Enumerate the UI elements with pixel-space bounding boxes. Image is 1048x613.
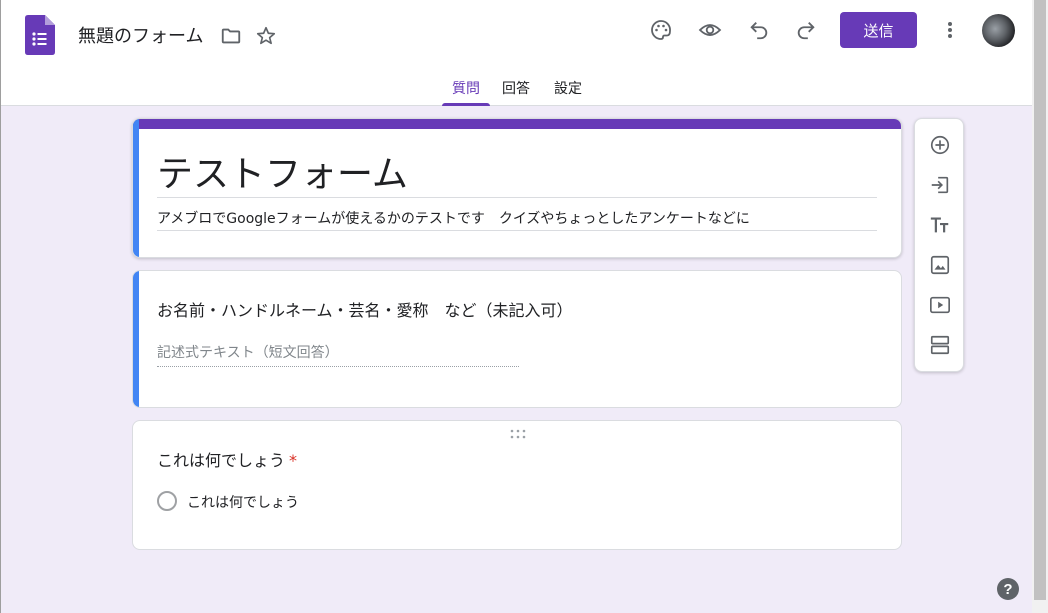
more-vert-icon[interactable] (934, 14, 966, 46)
help-button[interactable]: ? (997, 578, 1019, 600)
scrollbar-thumb[interactable] (1034, 0, 1046, 600)
palette-icon[interactable] (645, 14, 677, 46)
question-toolbar (914, 118, 964, 372)
title-divider (157, 197, 877, 198)
tab-settings[interactable]: 設定 (542, 70, 594, 106)
add-image-icon[interactable] (924, 249, 956, 281)
eye-icon[interactable] (694, 14, 726, 46)
question-card[interactable]: これは何でしょう * これは何でしょう (132, 420, 902, 550)
add-title-icon[interactable] (924, 209, 956, 241)
forms-logo[interactable] (25, 15, 55, 55)
theme-color-bar (133, 119, 901, 129)
drag-handle-icon[interactable] (510, 429, 526, 439)
required-mark: * (289, 451, 298, 470)
add-video-icon[interactable] (924, 289, 956, 321)
tab-questions[interactable]: 質問 (442, 70, 490, 106)
short-answer-line (157, 366, 519, 367)
import-questions-icon[interactable] (924, 169, 956, 201)
radio-option-label[interactable]: これは何でしょう (187, 492, 299, 512)
star-icon[interactable] (250, 20, 282, 52)
question-title[interactable]: お名前・ハンドルネーム・芸名・愛称 など（未記入可） (157, 297, 573, 321)
app-header: 無題のフォーム 送信 質問 回答 設定 (1, 0, 1032, 106)
form-description[interactable]: アメブロでGoogleフォームが使えるかのテストです クイズやちょっとしたアンケ… (157, 208, 750, 228)
folder-icon[interactable] (215, 20, 247, 52)
tab-responses[interactable]: 回答 (490, 70, 542, 106)
add-section-icon[interactable] (924, 329, 956, 361)
question-title-wrapper: これは何でしょう * (157, 447, 297, 471)
active-card-indicator (133, 271, 139, 407)
form-title-card[interactable]: テストフォーム アメブロでGoogleフォームが使えるかのテストです クイズやち… (132, 118, 902, 258)
description-divider (157, 230, 877, 231)
question-card[interactable]: お名前・ハンドルネーム・芸名・愛称 など（未記入可） 記述式テキスト（短文回答） (132, 270, 902, 408)
radio-button[interactable] (157, 491, 177, 511)
form-title[interactable]: テストフォーム (157, 145, 408, 197)
redo-icon[interactable] (790, 14, 822, 46)
document-title[interactable]: 無題のフォーム (78, 22, 203, 48)
add-question-icon[interactable] (924, 129, 956, 161)
avatar[interactable] (982, 14, 1015, 47)
tab-bar: 質問 回答 設定 (442, 70, 594, 106)
undo-icon[interactable] (743, 14, 775, 46)
active-card-indicator (133, 119, 139, 257)
question-title[interactable]: これは何でしょう (157, 451, 285, 470)
short-answer-placeholder: 記述式テキスト（短文回答） (157, 345, 339, 361)
send-button[interactable]: 送信 (840, 12, 917, 48)
